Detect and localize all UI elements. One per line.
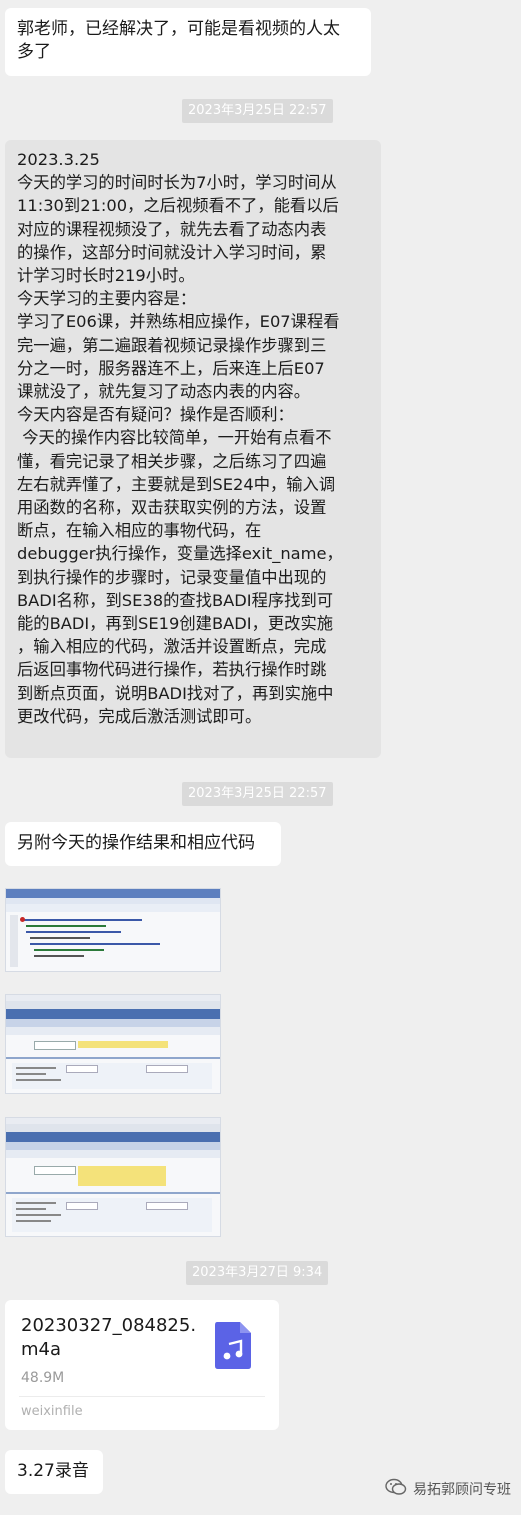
message-bubble-report[interactable]: 2023.3.25 今天的学习的时间时长为7小时，学习时间从 11:30到21:… [5, 140, 381, 758]
music-file-icon [213, 1320, 253, 1370]
timestamp: 2023年3月25日 22:57 [182, 99, 333, 123]
file-size: 48.9M [21, 1370, 65, 1386]
watermark-text: 易拓郭顾问专班 [413, 1482, 511, 1498]
message-text: 郭老师，已经解决了，可能是看视频的人太 多了 [17, 19, 340, 62]
file-name: 20230327_084825. m4a [21, 1315, 197, 1360]
file-message-card[interactable]: 20230327_084825. m4a 48.9M weixinfile [5, 1300, 279, 1430]
file-source-label: weixinfile [21, 1404, 83, 1419]
image-thumbnail-sap-screen-2[interactable] [5, 1117, 221, 1237]
message-text: 另附今天的操作结果和相应代码 [17, 833, 255, 853]
message-text: 3.27录音 [17, 1461, 89, 1481]
wechat-official-account-icon [385, 1478, 407, 1500]
timestamp: 2023年3月25日 22:57 [182, 782, 333, 806]
image-thumbnail-code-editor[interactable] [5, 888, 221, 972]
image-thumbnail-sap-screen-1[interactable] [5, 994, 221, 1094]
message-bubble-1[interactable]: 郭老师，已经解决了，可能是看视频的人太 多了 [5, 8, 371, 76]
message-bubble-5[interactable]: 3.27录音 [5, 1450, 103, 1494]
timestamp: 2023年3月27日 9:34 [186, 1261, 329, 1285]
watermark: 易拓郭顾问专班 [385, 1478, 511, 1500]
message-bubble-3[interactable]: 另附今天的操作结果和相应代码 [5, 822, 281, 866]
